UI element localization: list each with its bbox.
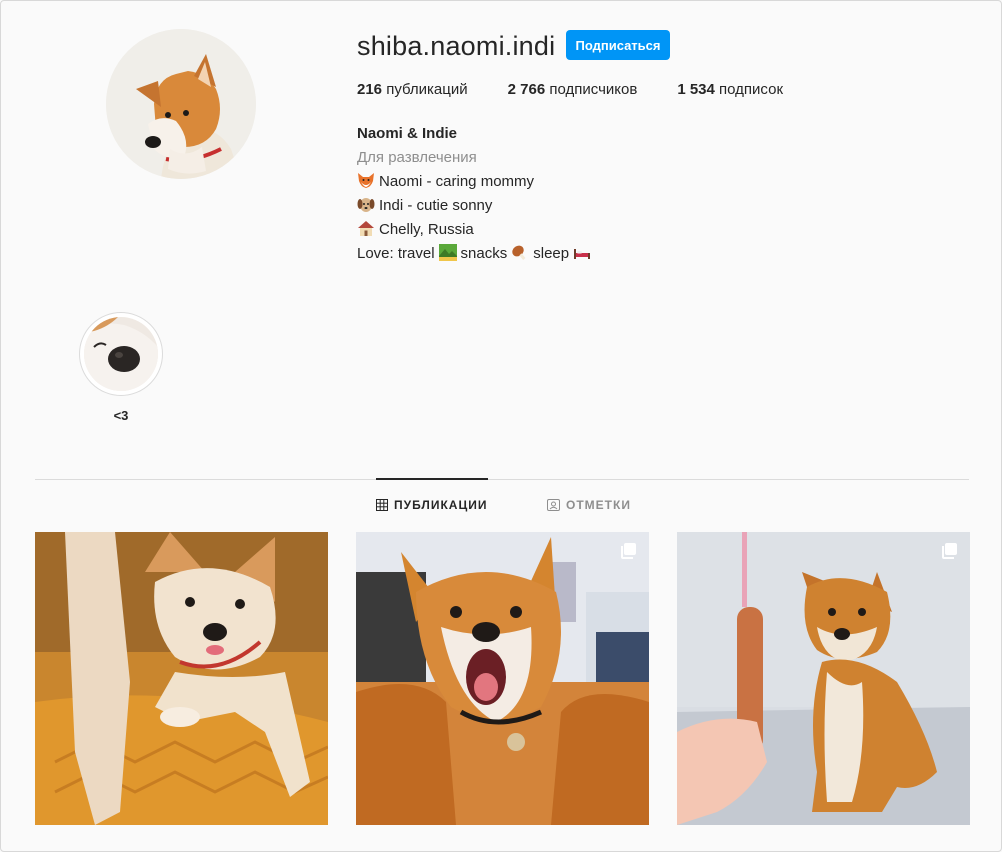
bio-line-2: Indi - cutie sonny — [357, 194, 595, 218]
highlight-dog-nose-image — [84, 317, 158, 391]
bio-line-3: Chelly, Russia — [357, 218, 595, 242]
stat-posts-label: публикаций — [386, 81, 468, 98]
highlight-image — [84, 317, 158, 391]
profile-username: shiba.naomi.indi — [357, 31, 556, 61]
profile-avatar[interactable] — [106, 29, 256, 179]
profile-page: shiba.naomi.indi Подписаться 216 публика… — [0, 0, 1002, 852]
tab-tagged-label: ОТМЕТКИ — [566, 498, 631, 512]
dog-emoji-icon — [357, 198, 375, 212]
tagged-icon — [547, 499, 560, 511]
tab-posts[interactable]: ПУБЛИКАЦИИ — [376, 498, 487, 512]
stat-followers-count: 2 766 — [507, 81, 546, 98]
tab-tagged[interactable]: ОТМЕТКИ — [547, 498, 631, 512]
bio-line-4-text-c: sleep — [533, 245, 570, 262]
multiple-photos-icon — [942, 543, 957, 559]
highlight-label: <3 — [113, 408, 129, 423]
grid-icon — [376, 499, 388, 511]
fox-emoji-icon — [358, 173, 374, 188]
tabs-divider — [35, 479, 969, 480]
stat-following[interactable]: 1 534 подписок — [677, 81, 783, 98]
bio-line-1: Naomi - caring mommy — [357, 170, 595, 194]
bio-name: Naomi & Indie — [357, 125, 458, 142]
profile-bio: Naomi & Indie Для развлечения Naomi - ca… — [357, 122, 595, 266]
post-tile-1[interactable] — [35, 532, 328, 825]
multiple-photos-icon — [621, 543, 636, 559]
post-image-3 — [677, 532, 970, 825]
tab-posts-label: ПУБЛИКАЦИИ — [394, 498, 488, 512]
follow-button[interactable]: Подписаться — [566, 30, 670, 60]
stat-following-count: 1 534 — [677, 81, 715, 98]
active-tab-indicator — [376, 478, 488, 480]
national-park-emoji-icon — [438, 244, 457, 261]
story-highlight[interactable] — [79, 312, 163, 396]
bio-line-2-text: Indi - cutie sonny — [379, 197, 493, 214]
bio-line-4-text-a: Love: travel — [357, 245, 435, 262]
bio-line-3-text: Chelly, Russia — [379, 221, 474, 238]
bio-category: Для развлечения — [357, 149, 477, 166]
bio-line-4-text-b: snacks — [460, 245, 508, 262]
post-tile-3[interactable] — [677, 532, 970, 825]
poultry-leg-emoji-icon — [512, 245, 526, 260]
post-image-1 — [35, 532, 328, 825]
stat-followers[interactable]: 2 766 подписчиков — [508, 81, 638, 98]
post-image-2 — [356, 532, 649, 825]
shiba-avatar-image — [106, 29, 256, 179]
stat-followers-label: подписчиков — [549, 81, 638, 98]
profile-stats: 216 публикаций 2 766 подписчиков 1 534 п… — [357, 81, 823, 98]
post-tile-2[interactable] — [356, 532, 649, 825]
bed-emoji-icon — [574, 249, 591, 259]
house-emoji-icon — [358, 221, 374, 236]
stat-posts-count: 216 — [357, 81, 383, 98]
bio-line-1-text: Naomi - caring mommy — [379, 173, 535, 190]
bio-line-4: Love: travel snacks sleep — [357, 242, 595, 266]
stat-following-label: подписок — [719, 81, 784, 98]
stat-posts: 216 публикаций — [357, 81, 468, 98]
